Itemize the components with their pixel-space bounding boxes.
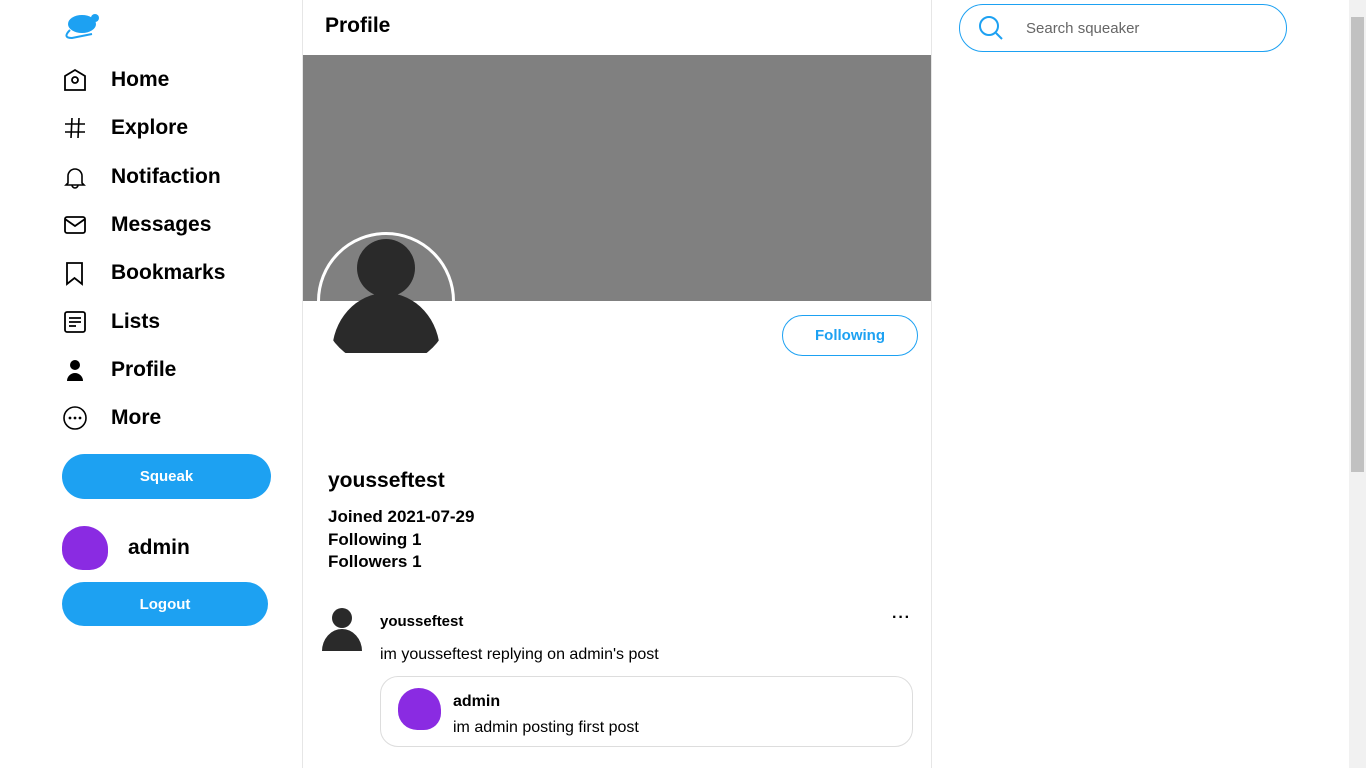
- squeak-button[interactable]: Squeak: [62, 454, 271, 499]
- bell-icon: [64, 167, 86, 189]
- sidebar: Home Explore Notifaction Messages Bookma…: [0, 0, 302, 768]
- quoted-post[interactable]: admin im admin posting first post: [380, 676, 913, 747]
- following-button[interactable]: Following: [782, 315, 918, 356]
- scrollbar-thumb[interactable]: [1351, 17, 1364, 472]
- home-icon: [64, 69, 86, 92]
- quote-avatar: [398, 688, 441, 730]
- nav-menu: Home Explore Notifaction Messages Bookma…: [62, 56, 225, 442]
- profile-main: Profile Following yousseftest Joined 202…: [302, 0, 932, 768]
- nav-item-messages[interactable]: Messages: [62, 201, 225, 249]
- profile-avatar: [317, 232, 455, 370]
- scrollbar[interactable]: [1349, 0, 1366, 768]
- profile-stats: Joined 2021-07-29 Following 1 Followers …: [328, 506, 474, 574]
- post-avatar: [322, 608, 362, 651]
- more-icon: [63, 406, 87, 431]
- nav-item-more[interactable]: More: [62, 394, 225, 442]
- post-text: im yousseftest replying on admin's post: [380, 646, 659, 663]
- person-icon: [67, 359, 83, 381]
- bookmark-icon: [66, 262, 83, 287]
- quote-author: admin: [453, 693, 501, 710]
- nav-item-bookmarks[interactable]: Bookmarks: [62, 249, 225, 297]
- logout-button[interactable]: Logout: [62, 582, 268, 626]
- logo-icon[interactable]: [62, 10, 104, 45]
- search-icon: [979, 16, 1003, 40]
- post-author[interactable]: yousseftest: [380, 613, 463, 630]
- hashtag-icon: [65, 118, 85, 139]
- joined-date: Joined 2021-07-29: [328, 507, 475, 526]
- nav-item-home[interactable]: Home: [62, 56, 225, 104]
- search-input[interactable]: Search squeaker: [959, 4, 1287, 52]
- nav-item-notifications[interactable]: Notifaction: [62, 153, 225, 201]
- current-user[interactable]: admin: [62, 526, 190, 570]
- followers-count[interactable]: Followers 1: [328, 551, 474, 574]
- nav-item-lists[interactable]: Lists: [62, 297, 225, 345]
- nav-item-profile[interactable]: Profile: [62, 346, 225, 394]
- profile-name: yousseftest: [328, 469, 445, 492]
- nav-item-explore[interactable]: Explore: [62, 104, 225, 152]
- list-icon: [64, 310, 86, 333]
- more-options-icon[interactable]: ···: [892, 609, 911, 627]
- quote-text: im admin posting first post: [453, 719, 639, 736]
- search-placeholder: Search squeaker: [1026, 19, 1140, 37]
- following-count[interactable]: Following 1: [328, 529, 474, 552]
- page-title: Profile: [325, 14, 391, 37]
- avatar: [62, 526, 108, 570]
- mail-icon: [64, 216, 86, 234]
- right-panel: Search squeaker: [932, 0, 1350, 768]
